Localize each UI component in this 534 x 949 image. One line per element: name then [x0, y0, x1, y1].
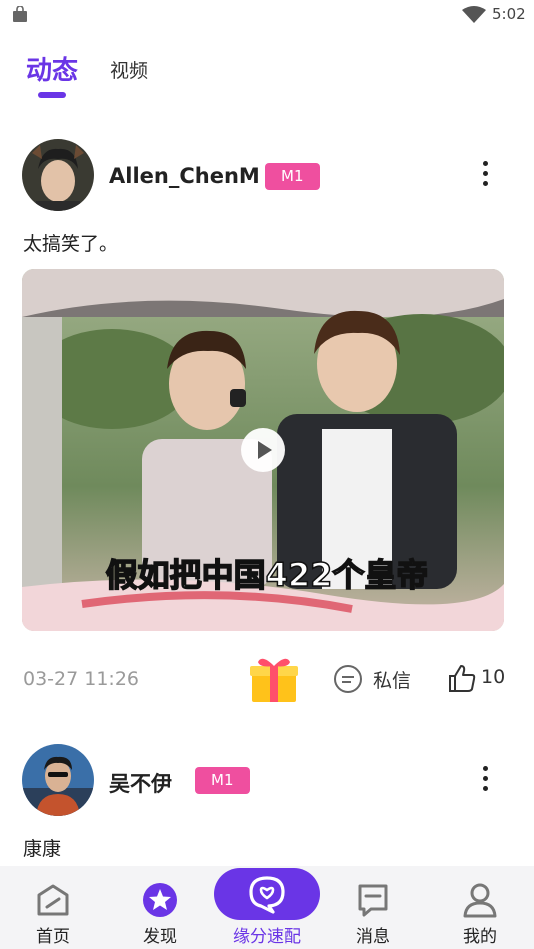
nav-label-profile: 我的: [463, 927, 497, 947]
post-timestamp: 03-27 11:26: [23, 668, 140, 690]
level-badge: M1: [265, 163, 320, 190]
post-username[interactable]: Allen_ChenM: [109, 164, 260, 188]
tab-video[interactable]: 视频: [110, 56, 148, 83]
status-time: 5:02: [492, 5, 526, 23]
avatar-image: [22, 744, 94, 816]
nav-label-discover: 发现: [143, 927, 177, 947]
match-chat-icon: [249, 876, 285, 914]
more-options-icon[interactable]: [480, 161, 490, 189]
nav-item-profile[interactable]: 我的: [435, 866, 525, 949]
avatar[interactable]: [22, 744, 94, 816]
avatar-image: [22, 139, 94, 211]
play-button[interactable]: [241, 428, 285, 472]
like-thumbs-up-icon[interactable]: [447, 663, 477, 693]
video-caption: 假如把中国422个皇帝: [105, 555, 429, 595]
nav-item-discover[interactable]: 发现: [115, 866, 205, 949]
post-text: 康康: [23, 838, 62, 860]
level-badge: M1: [195, 767, 250, 794]
private-message-icon[interactable]: [333, 664, 363, 694]
wifi-icon: [462, 6, 486, 23]
message-icon: [358, 884, 388, 917]
nav-item-match-button[interactable]: [214, 868, 320, 920]
nav-label-match[interactable]: 缘分速配: [222, 922, 312, 947]
bag-icon: [13, 6, 27, 22]
active-tab-indicator: [38, 92, 66, 98]
nav-item-home[interactable]: 首页: [8, 866, 98, 949]
nav-label-messages: 消息: [356, 927, 390, 947]
like-count: 10: [481, 666, 506, 688]
more-options-icon[interactable]: [480, 766, 490, 794]
discover-star-icon: [143, 883, 177, 917]
post-text: 太搞笑了。: [23, 233, 119, 255]
home-icon: [37, 884, 69, 916]
post-username[interactable]: 吴不伊: [109, 768, 172, 798]
nav-item-messages[interactable]: 消息: [328, 866, 418, 949]
status-bar: 5:02: [0, 0, 534, 30]
avatar[interactable]: [22, 139, 94, 211]
nav-label-home: 首页: [36, 927, 70, 947]
private-message-label[interactable]: 私信: [373, 666, 411, 693]
gift-icon[interactable]: [248, 654, 300, 704]
profile-icon: [463, 883, 497, 918]
tab-dynamic[interactable]: 动态: [26, 50, 78, 87]
